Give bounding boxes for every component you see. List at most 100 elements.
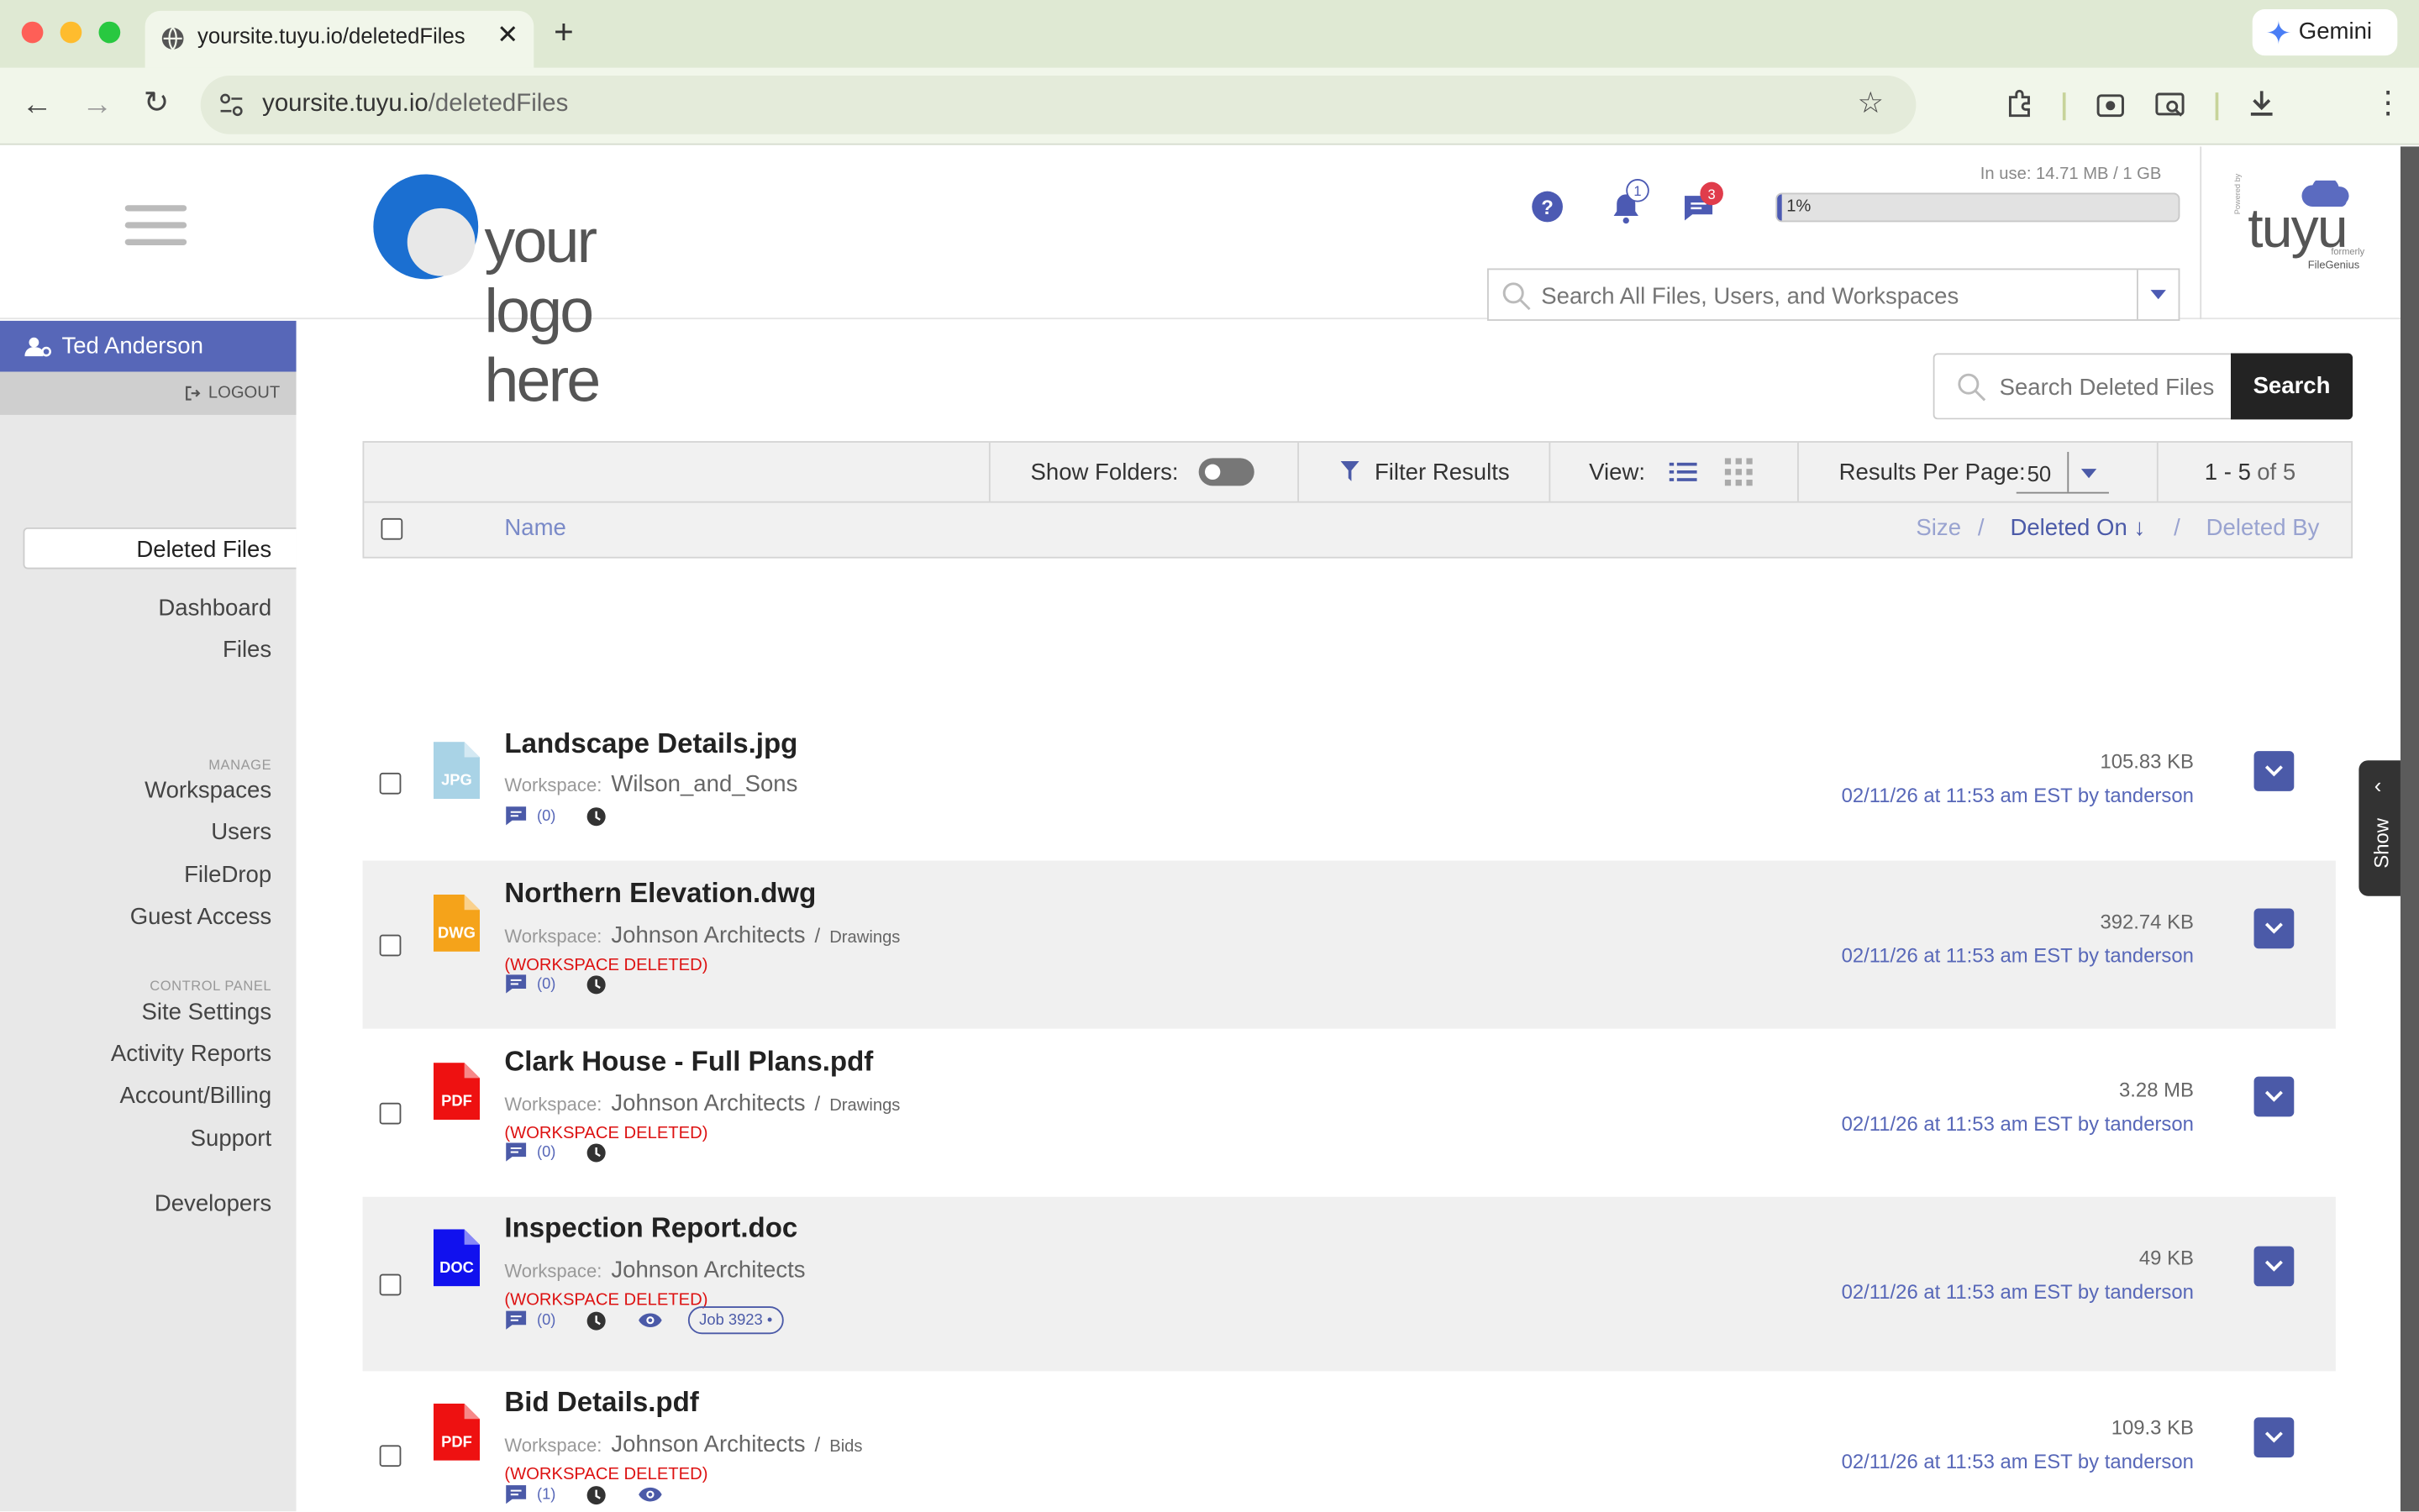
comments-icon[interactable] — [504, 805, 528, 827]
file-name[interactable]: Clark House - Full Plans.pdf — [504, 1046, 873, 1079]
file-name[interactable]: Inspection Report.doc — [504, 1212, 797, 1245]
file-row[interactable]: DWG Northern Elevation.dwg Workspace: Johns… — [362, 860, 2336, 1029]
hamburger-menu-icon[interactable] — [118, 199, 195, 255]
file-row[interactable]: PDF Clark House - Full Plans.pdf Workspace… — [362, 1029, 2335, 1197]
minimize-window-button[interactable] — [60, 21, 82, 44]
forward-arrow-icon[interactable]: → — [82, 89, 113, 120]
comments-icon[interactable] — [504, 1310, 528, 1331]
file-checkbox[interactable] — [379, 771, 402, 794]
sidebar-item-account-billing[interactable]: Account/Billing — [119, 1083, 271, 1109]
workspace-name[interactable]: Wilson_and_Sons — [611, 771, 797, 797]
search-options-dropdown-icon[interactable] — [2149, 288, 2168, 301]
comments-count[interactable]: (0) — [537, 807, 555, 824]
workspace-name[interactable]: Johnson Architects — [611, 1257, 805, 1283]
sort-by-deleted-on[interactable]: Deleted On ↓ — [2010, 515, 2145, 541]
gemini-button[interactable]: Gemini — [2252, 9, 2398, 56]
select-all-checkbox[interactable] — [381, 517, 403, 540]
file-actions-dropdown-button[interactable] — [2253, 1246, 2295, 1287]
reload-icon[interactable]: ↻ — [144, 88, 170, 119]
results-per-page-select[interactable]: 50 — [2016, 451, 2109, 494]
page-scrollbar[interactable] — [2400, 146, 2419, 1512]
file-actions-dropdown-button[interactable] — [2253, 1417, 2295, 1458]
file-actions-dropdown-button[interactable] — [2253, 908, 2295, 949]
bookmark-star-icon[interactable]: ☆ — [1858, 87, 1884, 122]
history-clock-icon[interactable] — [586, 1484, 607, 1504]
file-row[interactable]: PDF Bid Details.pdf Workspace: Johnson Arch… — [362, 1371, 2335, 1511]
history-clock-icon[interactable] — [586, 806, 607, 826]
sidebar-item-activity-reports[interactable]: Activity Reports — [111, 1041, 271, 1067]
back-arrow-icon[interactable]: ← — [22, 89, 53, 120]
file-actions-dropdown-button[interactable] — [2253, 751, 2295, 791]
global-search-input[interactable] — [1541, 279, 2112, 313]
sidebar-item-workspaces[interactable]: Workspaces — [145, 777, 271, 803]
workspace-subfolder[interactable]: Drawings — [829, 928, 900, 947]
comments-count[interactable]: (0) — [537, 1143, 555, 1160]
filter-results-button[interactable]: Filter Results — [1340, 443, 1542, 501]
user-menu[interactable]: Ted Anderson — [0, 320, 297, 372]
file-tag[interactable]: Job 3923 • — [688, 1306, 784, 1335]
sort-by-size[interactable]: Size — [1916, 515, 1961, 541]
new-tab-icon[interactable]: + — [554, 13, 574, 53]
file-actions-dropdown-button[interactable] — [2253, 1076, 2295, 1117]
comments-icon[interactable] — [504, 1142, 528, 1163]
download-icon[interactable] — [2245, 87, 2279, 120]
file-checkbox[interactable] — [379, 1101, 402, 1124]
sort-by-name[interactable]: Name — [504, 515, 565, 541]
sort-by-deleted-by[interactable]: Deleted By — [2206, 515, 2320, 541]
file-name[interactable]: Northern Elevation.dwg — [504, 878, 816, 911]
sidebar-item-dashboard[interactable]: Dashboard — [158, 596, 271, 622]
search-button[interactable]: Search — [2231, 353, 2353, 420]
screenshot-icon[interactable] — [2094, 88, 2127, 122]
address-bar[interactable]: yoursite.tuyu.io/deletedFiles ☆ — [200, 75, 1917, 134]
comments-count[interactable]: (0) — [537, 975, 555, 992]
file-row[interactable]: DOC Inspection Report.doc Workspace: Johnso… — [362, 1196, 2336, 1372]
close-tab-icon[interactable]: ✕ — [497, 20, 518, 51]
sidebar-item-users[interactable]: Users — [211, 819, 271, 845]
file-row[interactable]: JPG Landscape Details.jpg Workspace: Wilson… — [362, 705, 2335, 860]
tab-search-icon[interactable] — [2153, 88, 2187, 122]
file-checkbox[interactable] — [379, 1273, 402, 1295]
site-info-icon[interactable] — [219, 92, 244, 117]
deleted-files-search — [1933, 353, 2232, 420]
maximize-window-button[interactable] — [98, 21, 121, 44]
list-view-icon[interactable] — [1669, 461, 1697, 483]
comments-icon[interactable] — [504, 1483, 528, 1505]
sidebar-item-guest-access[interactable]: Guest Access — [130, 904, 271, 930]
workspace-subfolder[interactable]: Drawings — [829, 1096, 900, 1115]
file-name[interactable]: Landscape Details.jpg — [504, 728, 797, 761]
comments-icon[interactable] — [504, 974, 528, 995]
file-name[interactable]: Bid Details.pdf — [504, 1387, 698, 1420]
help-icon[interactable]: ? — [1532, 191, 1563, 223]
show-folders-toggle[interactable] — [1198, 458, 1254, 486]
grid-view-icon[interactable] — [1724, 458, 1753, 486]
file-type-icon: PDF — [433, 1403, 481, 1461]
history-clock-icon[interactable] — [586, 1310, 607, 1331]
preview-eye-icon[interactable] — [638, 1311, 664, 1330]
sidebar-item-files[interactable]: Files — [223, 637, 271, 663]
workspace-name[interactable]: Johnson Architects — [611, 1090, 805, 1116]
workspace-subfolder[interactable]: Bids — [829, 1437, 862, 1456]
sidebar-item-developers[interactable]: Developers — [155, 1190, 271, 1216]
workspace-name[interactable]: Johnson Architects — [611, 1431, 805, 1457]
comments-count[interactable]: (1) — [537, 1486, 555, 1503]
file-checkbox[interactable] — [379, 1445, 402, 1467]
sidebar-item-filedrop[interactable]: FileDrop — [184, 862, 271, 888]
show-panel-tab[interactable]: ‹ Show — [2359, 760, 2401, 896]
deleted-files-search-input[interactable] — [1999, 371, 2228, 403]
browser-tab[interactable]: yoursite.tuyu.io/deletedFiles ✕ — [145, 10, 534, 68]
file-checkbox[interactable] — [379, 933, 402, 956]
sidebar-item-deleted-files[interactable]: Deleted Files — [136, 537, 271, 563]
logout-button[interactable]: LOGOUT — [0, 371, 297, 415]
history-clock-icon[interactable] — [586, 1142, 607, 1163]
preview-eye-icon[interactable] — [638, 1485, 664, 1504]
more-menu-icon[interactable]: ⋮ — [2373, 88, 2404, 119]
sidebar-item-support[interactable]: Support — [191, 1126, 271, 1152]
app-header: your logo here ? 1 3 In use: 14.71 MB / … — [0, 146, 2401, 415]
workspace-name[interactable]: Johnson Architects — [611, 922, 805, 948]
deleted-on-by: 02/11/26 at 11:53 am EST by tanderson — [1841, 1449, 2194, 1473]
close-window-button[interactable] — [21, 21, 44, 44]
sidebar-item-site-settings[interactable]: Site Settings — [142, 1000, 272, 1026]
extensions-icon[interactable] — [2004, 88, 2038, 122]
comments-count[interactable]: (0) — [537, 1312, 555, 1329]
history-clock-icon[interactable] — [586, 974, 607, 994]
